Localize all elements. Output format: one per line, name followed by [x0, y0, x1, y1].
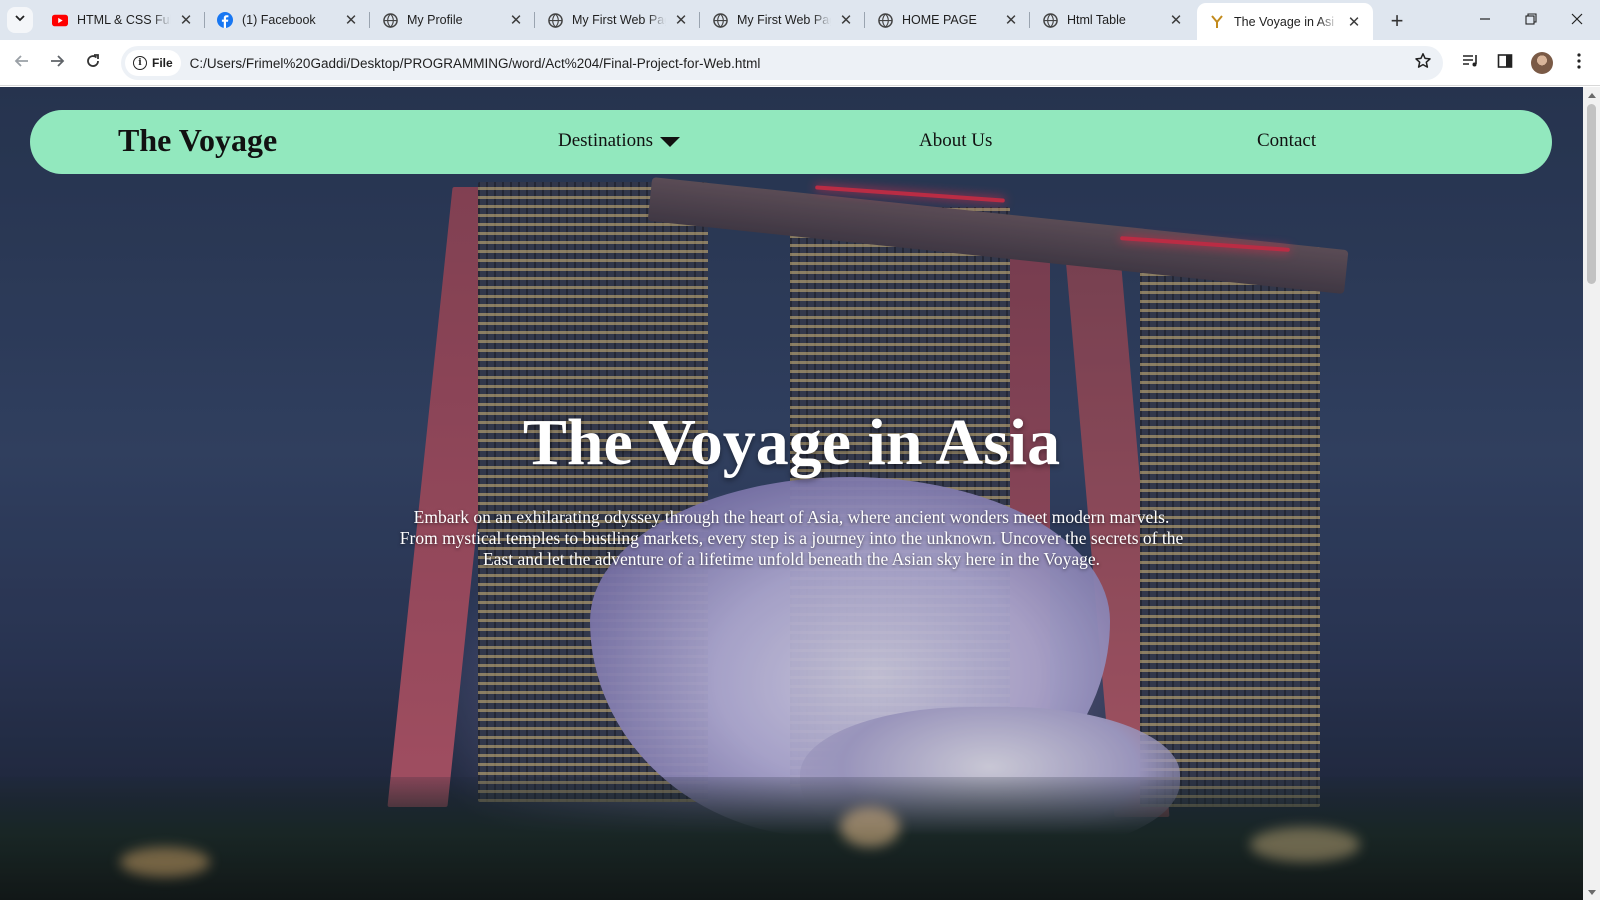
close-icon[interactable]: ✕ [837, 11, 855, 29]
site-brand[interactable]: The Voyage [118, 122, 277, 159]
tab-first-web-page-1[interactable]: My First Web Page ✕ [535, 0, 700, 40]
address-bar[interactable]: i File C:/Users/Frimel%20Gaddi/Desktop/P… [121, 46, 1443, 80]
profile-avatar[interactable] [1531, 52, 1553, 74]
nav-contact[interactable]: Contact [1257, 130, 1316, 152]
globe-icon [877, 12, 893, 28]
facebook-icon [217, 12, 233, 28]
scrollbar-thumb[interactable] [1587, 104, 1596, 284]
tab-strip: HTML & CSS Full C ✕ (1) Facebook ✕ My Pr… [0, 0, 1600, 40]
nav-about-label: About Us [919, 130, 993, 151]
arrow-down-icon [1587, 889, 1596, 895]
tab-facebook[interactable]: (1) Facebook ✕ [205, 0, 370, 40]
site-navbar: The Voyage Destinations About Us Contact [30, 110, 1552, 174]
tab-voyage-active[interactable]: The Voyage in Asi ✕ [1197, 3, 1373, 40]
hero-description: Embark on an exhilarating odyssey throug… [399, 507, 1184, 569]
minimize-icon [1479, 12, 1491, 28]
tab-home-page[interactable]: HOME PAGE ✕ [865, 0, 1030, 40]
tab-title: HTML & CSS Full C [77, 13, 171, 27]
plus-icon: + [1390, 8, 1404, 33]
tab-my-profile[interactable]: My Profile ✕ [370, 0, 535, 40]
globe-icon [547, 12, 563, 28]
close-icon[interactable]: ✕ [1167, 11, 1185, 29]
restore-button[interactable] [1508, 0, 1554, 40]
reload-icon [85, 53, 101, 74]
nav-destinations-label: Destinations [558, 130, 653, 151]
new-tab-button[interactable]: + [1384, 8, 1410, 34]
close-icon[interactable]: ✕ [1002, 11, 1020, 29]
site-y-icon [1209, 14, 1225, 30]
tab-title: My First Web Page [572, 13, 666, 27]
reload-button[interactable] [79, 49, 107, 77]
nav-destinations[interactable]: Destinations [558, 130, 680, 152]
kebab-menu-icon [1577, 52, 1581, 74]
globe-icon [712, 12, 728, 28]
tab-title: HOME PAGE [902, 13, 977, 27]
youtube-icon [52, 12, 68, 28]
arrow-right-icon [49, 53, 65, 74]
tab-title: Html Table [1067, 13, 1126, 27]
restore-icon [1525, 12, 1537, 28]
hero-title: The Voyage in Asia [522, 406, 1061, 479]
close-icon[interactable]: ✕ [342, 11, 360, 29]
url-text[interactable]: C:/Users/Frimel%20Gaddi/Desktop/PROGRAMM… [190, 56, 761, 71]
arrow-left-icon [14, 53, 30, 74]
close-icon [1571, 12, 1583, 28]
media-control-button[interactable] [1460, 52, 1482, 74]
side-panel-button[interactable] [1494, 52, 1516, 74]
site-info-label: File [152, 56, 173, 70]
caret-down-icon [660, 137, 680, 147]
back-button[interactable] [8, 49, 36, 77]
info-icon: i [133, 56, 147, 70]
nav-about-us[interactable]: About Us [919, 130, 992, 152]
scroll-down-button[interactable] [1583, 884, 1600, 900]
close-icon[interactable]: ✕ [507, 11, 525, 29]
tab-search-button[interactable] [7, 7, 33, 33]
close-icon[interactable]: ✕ [177, 11, 195, 29]
scroll-up-button[interactable] [1583, 87, 1600, 103]
star-icon [1414, 52, 1432, 75]
bookmark-star-button[interactable] [1413, 52, 1433, 75]
tab-title: My First Web Page [737, 13, 831, 27]
site-info-chip[interactable]: i File [125, 50, 181, 76]
window-close-button[interactable] [1554, 0, 1600, 40]
tab-html-table[interactable]: Html Table ✕ [1030, 0, 1195, 40]
side-panel-icon [1497, 53, 1513, 74]
tab-youtube[interactable]: HTML & CSS Full C ✕ [40, 0, 205, 40]
globe-icon [382, 12, 398, 28]
media-queue-icon [1462, 53, 1480, 74]
forward-button[interactable] [43, 49, 71, 77]
browser-menu-button[interactable] [1568, 52, 1590, 74]
close-icon[interactable]: ✕ [1345, 13, 1363, 31]
close-icon[interactable]: ✕ [672, 11, 690, 29]
tab-title: (1) Facebook [242, 13, 316, 27]
chevron-down-icon [14, 11, 26, 29]
minimize-button[interactable] [1462, 0, 1508, 40]
tab-first-web-page-2[interactable]: My First Web Page ✕ [700, 0, 865, 40]
tab-title: The Voyage in Asi [1234, 14, 1335, 29]
page-viewport: The Voyage Destinations About Us Contact… [0, 87, 1583, 900]
globe-icon [1042, 12, 1058, 28]
browser-toolbar: i File C:/Users/Frimel%20Gaddi/Desktop/P… [0, 40, 1600, 86]
hero-background-image [0, 87, 1583, 900]
tab-title: My Profile [407, 13, 463, 27]
nav-contact-label: Contact [1257, 130, 1317, 151]
page-scrollbar[interactable] [1583, 87, 1600, 900]
arrow-up-icon [1587, 92, 1596, 98]
